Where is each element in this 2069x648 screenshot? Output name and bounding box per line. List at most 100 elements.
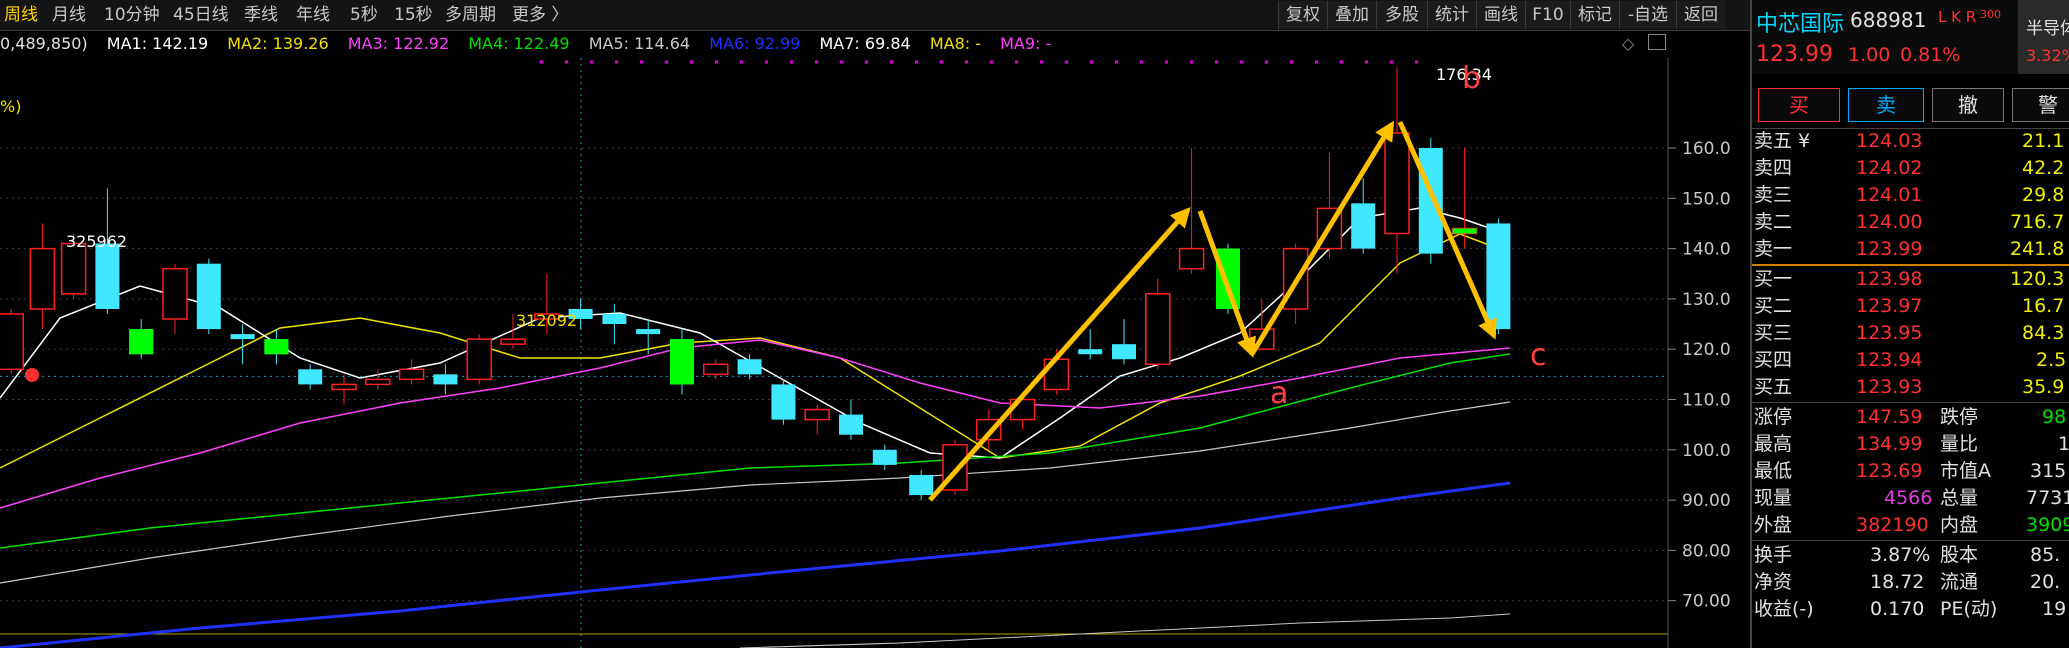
candle bbox=[703, 359, 729, 380]
sell-button[interactable]: 卖 bbox=[1848, 88, 1924, 122]
candle-body bbox=[737, 359, 762, 375]
candle bbox=[162, 263, 188, 335]
candle-body bbox=[602, 313, 627, 325]
y-tick-label: 90.00 bbox=[1682, 491, 1731, 511]
period-45day-tab[interactable]: 45日线 bbox=[173, 0, 229, 30]
overlay-button[interactable]: 叠加 bbox=[1327, 1, 1376, 29]
candle-body bbox=[1351, 203, 1376, 249]
period-weekly-tab[interactable]: 周线 bbox=[4, 0, 38, 30]
period-year-tab[interactable]: 年线 bbox=[296, 0, 330, 30]
f10-button[interactable]: F10 bbox=[1525, 1, 1570, 29]
signal-marker bbox=[25, 368, 39, 382]
more-periods-menu[interactable]: 更多 〉 bbox=[512, 0, 568, 30]
y-tick-label: 130.0 bbox=[1682, 290, 1731, 310]
candle bbox=[839, 399, 863, 440]
ask-price: 124.00 bbox=[1856, 211, 1923, 233]
ask-level-4[interactable]: 卖四 124.02 42.2 bbox=[1752, 155, 2069, 182]
ma1-line bbox=[0, 207, 1511, 459]
candle bbox=[29, 223, 56, 330]
candle bbox=[398, 359, 425, 385]
candle bbox=[942, 439, 968, 496]
back-button[interactable]: 返回 bbox=[1676, 1, 1725, 29]
alert-button[interactable]: 警 bbox=[2012, 88, 2069, 122]
statistics-button[interactable]: 统计 bbox=[1427, 1, 1476, 29]
stat-row: 最高 134.99 量比 1 bbox=[1754, 433, 2069, 455]
window-toggle-icon[interactable] bbox=[1648, 34, 1666, 50]
period-15sec-tab[interactable]: 15秒 bbox=[394, 0, 433, 30]
stock-name[interactable]: 中芯国际 bbox=[1756, 6, 1844, 38]
bid-level-3[interactable]: 买三 123.95 84.3 bbox=[1752, 320, 2069, 347]
adjust-button[interactable]: 复权 bbox=[1278, 1, 1327, 29]
candle bbox=[909, 469, 934, 501]
moving-average-legend: 0,489,850) MA1: 142.19 MA2: 139.26 MA3: … bbox=[0, 30, 1680, 58]
candle bbox=[466, 334, 492, 385]
sector-badge[interactable]: 半导体 3.32% bbox=[2018, 0, 2069, 74]
ma9-value: MA9: - bbox=[1000, 34, 1052, 53]
ask-level-1[interactable]: 卖一 123.99 241.8 bbox=[1752, 236, 2069, 263]
ask-level-3[interactable]: 卖三 124.01 29.8 bbox=[1752, 182, 2069, 209]
candle-body bbox=[60, 242, 87, 295]
candle-body bbox=[1418, 148, 1443, 254]
y-tick-label: 80.00 bbox=[1682, 541, 1731, 561]
candle-body bbox=[162, 267, 188, 320]
diamond-icon[interactable]: ◇ bbox=[1622, 34, 1634, 53]
period-10min-tab[interactable]: 10分钟 bbox=[104, 0, 160, 30]
stat-row: 净资 18.72 流通 20. bbox=[1754, 571, 2061, 593]
candle bbox=[433, 364, 458, 395]
ask-price: 124.02 bbox=[1856, 157, 1923, 179]
period-monthly-tab[interactable]: 月线 bbox=[52, 0, 86, 30]
candle-body-large bbox=[670, 339, 694, 385]
wave-a-label: a bbox=[1270, 376, 1288, 411]
bid-label: 买二 bbox=[1754, 295, 1793, 317]
candle bbox=[331, 374, 357, 405]
bid-level-1[interactable]: 买一 123.98 120.3 bbox=[1752, 266, 2069, 293]
y-tick-label: 70.00 bbox=[1682, 592, 1731, 612]
candlestick-chart[interactable]: 160.0 150.0 140.0 130.0 120.0 110.0 100.0 90.00… bbox=[0, 58, 1750, 648]
draw-line-button[interactable]: 画线 bbox=[1476, 1, 1525, 29]
remove-favorite-button[interactable]: -自选 bbox=[1619, 1, 1676, 29]
y-tick-label: 160.0 bbox=[1682, 139, 1731, 159]
ask-level-2[interactable]: 卖二 124.00 716.7 bbox=[1752, 209, 2069, 236]
period-5sec-tab[interactable]: 5秒 bbox=[350, 0, 378, 30]
buy-button[interactable]: 买 bbox=[1758, 88, 1840, 122]
bid-level-5[interactable]: 买五 123.93 35.9 bbox=[1752, 374, 2069, 401]
ma5-value: MA5: 114.64 bbox=[588, 34, 691, 53]
ask-volume: 42.2 bbox=[2022, 157, 2065, 179]
y-tick-label: 110.0 bbox=[1682, 391, 1731, 411]
stat-row: 现量 4566 总量 7731 bbox=[1754, 487, 2069, 509]
chart-annotations: 325962 312092 176.34 a b c %) bbox=[0, 61, 1547, 411]
candle-body bbox=[433, 374, 458, 385]
candle bbox=[1145, 278, 1171, 370]
bid-level-4[interactable]: 买四 123.94 2.5 bbox=[1752, 347, 2069, 374]
mark-button[interactable]: 标记 bbox=[1570, 1, 1619, 29]
stat-row: 收益(-) 0.170 PE(动) 19 bbox=[1754, 598, 2067, 620]
bid-level-2[interactable]: 买二 123.97 16.7 bbox=[1752, 293, 2069, 320]
ask-level-5[interactable]: 卖五 ¥ 124.03 21.1 bbox=[1752, 128, 2069, 155]
candle-body bbox=[500, 338, 526, 345]
candle bbox=[196, 258, 221, 335]
bid-volume: 35.9 bbox=[2022, 376, 2065, 398]
cancel-order-button[interactable]: 撤 bbox=[1932, 88, 2004, 122]
candle-body bbox=[95, 243, 120, 309]
bid-volume: 2.5 bbox=[2036, 349, 2067, 371]
candle bbox=[602, 303, 627, 345]
volume-readout: 0,489,850) bbox=[0, 34, 88, 53]
bid-price: 123.97 bbox=[1856, 295, 1923, 317]
period-quarter-tab[interactable]: 季线 bbox=[244, 0, 278, 30]
candle-body bbox=[331, 383, 357, 391]
ask-price: 124.01 bbox=[1856, 184, 1923, 206]
multi-period-tab[interactable]: 多周期 bbox=[445, 0, 496, 30]
multi-stock-button[interactable]: 多股 bbox=[1376, 1, 1427, 29]
candle bbox=[1418, 137, 1443, 264]
candle bbox=[636, 319, 661, 355]
ask-label: 卖四 bbox=[1754, 157, 1793, 179]
ma7-line bbox=[739, 613, 1511, 648]
candles bbox=[0, 67, 1511, 501]
candle-body bbox=[196, 263, 221, 330]
ma3-value: MA3: 122.92 bbox=[347, 34, 450, 53]
stock-tag-300: 300 bbox=[1980, 8, 2001, 21]
bid-label: 买四 bbox=[1754, 349, 1793, 371]
price-axis: 160.0 150.0 140.0 130.0 120.0 110.0 100.0 90.00… bbox=[1667, 58, 1731, 648]
arrow-down-a bbox=[1197, 210, 1256, 358]
ma1-value: MA1: 142.19 bbox=[106, 34, 209, 53]
